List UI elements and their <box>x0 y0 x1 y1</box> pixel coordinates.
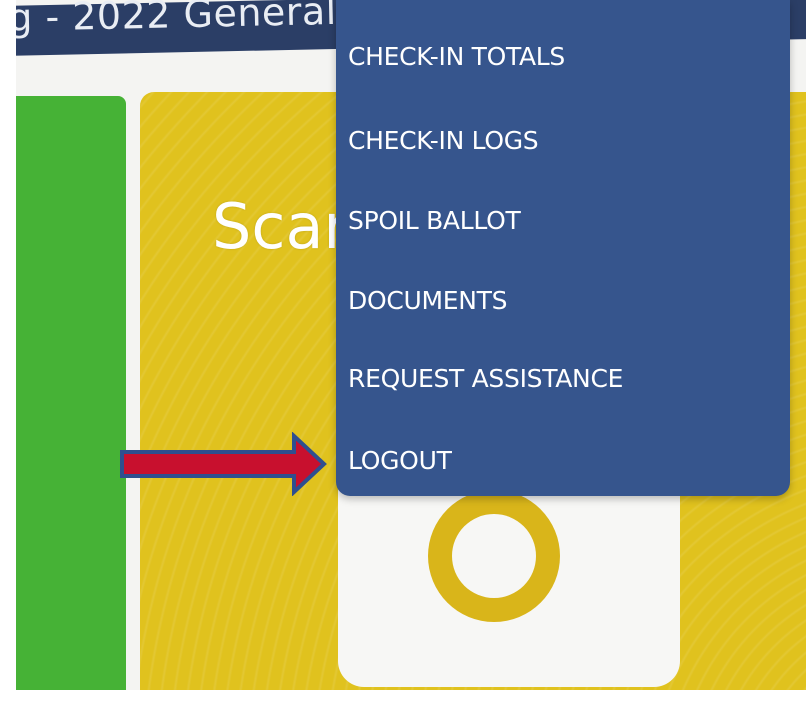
tablet-screen: Scar g - 2022 General Ele CHECK-IN TOTAL… <box>0 0 806 707</box>
menu-item-check-in-logs[interactable]: CHECK-IN LOGS <box>348 126 539 155</box>
green-tile[interactable] <box>16 96 126 696</box>
red-arrow-annotation-icon <box>120 432 327 496</box>
scan-ring-icon <box>428 490 560 622</box>
menu-item-logout[interactable]: LOGOUT <box>348 446 452 475</box>
menu-item-check-in-totals[interactable]: CHECK-IN TOTALS <box>348 42 565 71</box>
menu-item-request-assistance[interactable]: REQUEST ASSISTANCE <box>348 364 623 393</box>
scan-label: Scar <box>212 190 349 263</box>
photo-border-bottom <box>0 690 806 707</box>
dropdown-menu: CHECK-IN TOTALS CHECK-IN LOGS SPOIL BALL… <box>336 0 790 496</box>
scan-ring-center <box>452 514 536 598</box>
photo-border-left <box>0 0 16 707</box>
menu-item-documents[interactable]: DOCUMENTS <box>348 286 508 315</box>
menu-item-spoil-ballot[interactable]: SPOIL BALLOT <box>348 206 521 235</box>
